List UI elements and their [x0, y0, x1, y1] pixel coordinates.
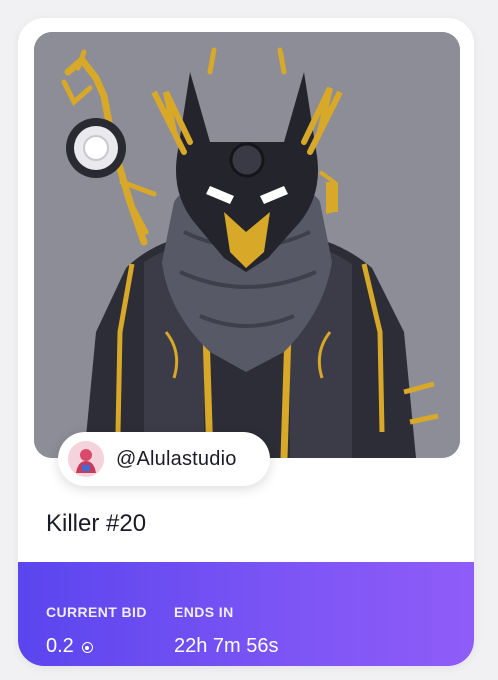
ends-in-label: ENDS IN	[174, 604, 234, 620]
nft-artwork[interactable]	[34, 32, 460, 458]
creator-badge[interactable]: @Alulastudio	[58, 432, 270, 486]
current-bid-section: CURRENT BID 0.2	[46, 604, 147, 658]
bid-info-bar: CURRENT BID 0.2 ENDS IN 22h 7m 56s	[18, 562, 474, 666]
coin-icon	[81, 642, 93, 653]
artwork-illustration	[34, 32, 460, 458]
current-bid-value-row: 0.2	[46, 635, 147, 658]
nft-card[interactable]: @Alulastudio Killer #20 CURRENT BID 0.2 …	[18, 18, 474, 666]
ends-in-value: 22h 7m 56s	[174, 635, 279, 657]
creator-avatar	[68, 441, 104, 477]
current-bid-value: 0.2	[46, 635, 74, 657]
ends-in-section: ENDS IN 22h 7m 56s	[174, 604, 279, 658]
current-bid-label: CURRENT BID	[46, 604, 147, 620]
nft-title: Killer #20	[46, 510, 147, 537]
creator-username: @Alulastudio	[116, 447, 237, 470]
avatar-image	[68, 441, 104, 477]
